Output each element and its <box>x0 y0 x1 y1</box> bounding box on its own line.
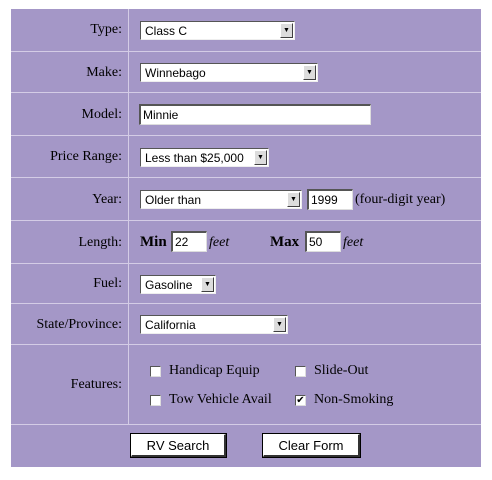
model-label: Model: <box>11 93 129 136</box>
non-smoking-label: Non-Smoking <box>314 392 394 407</box>
price-row: Price Range: Less than $25,000 ▼ <box>11 135 481 178</box>
make-select[interactable]: Winnebago ▼ <box>140 63 318 82</box>
rv-search-form: Type: Class C ▼ Make: Winnebago ▼ Model:… <box>11 9 481 467</box>
length-label: Length: <box>11 221 129 264</box>
dropdown-arrow-icon[interactable]: ▼ <box>287 192 300 207</box>
dropdown-arrow-icon[interactable]: ▼ <box>273 317 286 332</box>
price-range-label: Price Range: <box>11 136 129 178</box>
tow-vehicle-avail-label: Tow Vehicle Avail <box>169 392 272 407</box>
type-select-value: Class C <box>145 24 188 38</box>
length-max-input[interactable]: 50 <box>305 231 341 252</box>
slide-out-label: Slide-Out <box>314 363 369 378</box>
dropdown-arrow-icon[interactable]: ▼ <box>254 150 267 165</box>
length-max-unit: feet <box>343 235 364 250</box>
state-row: State/Province: California ▼ <box>11 303 481 345</box>
checkmark-icon: ✔ <box>296 395 305 406</box>
year-input[interactable]: 1999 <box>307 189 353 210</box>
slide-out-checkbox[interactable] <box>295 366 306 377</box>
dropdown-arrow-icon[interactable]: ▼ <box>280 23 293 38</box>
year-comparison-select[interactable]: Older than ▼ <box>140 190 302 209</box>
make-label: Make: <box>11 52 129 93</box>
dropdown-arrow-icon[interactable]: ▼ <box>303 65 316 80</box>
year-hint: (four-digit year) <box>355 192 446 207</box>
fuel-select-value: Gasoline <box>145 278 193 292</box>
price-range-select-value: Less than $25,000 <box>145 151 244 165</box>
fuel-label: Fuel: <box>11 264 129 304</box>
type-label: Type: <box>11 9 129 51</box>
year-comparison-value: Older than <box>145 193 202 207</box>
tow-vehicle-avail-checkbox[interactable] <box>150 395 161 406</box>
type-row: Type: Class C ▼ <box>11 9 481 51</box>
length-row: Length: Min 22 feet Max 50 feet <box>11 220 481 264</box>
non-smoking-checkbox[interactable]: ✔ <box>295 395 306 406</box>
price-range-select[interactable]: Less than $25,000 ▼ <box>140 148 269 167</box>
make-select-value: Winnebago <box>145 66 206 80</box>
length-min-input[interactable]: 22 <box>171 231 207 252</box>
features-row: Features: Handicap Equip Slide-Out Tow V… <box>11 344 481 425</box>
fuel-select[interactable]: Gasoline ▼ <box>140 275 216 294</box>
type-select[interactable]: Class C ▼ <box>140 21 295 40</box>
length-min-label: Min <box>140 234 167 250</box>
year-row: Year: Older than ▼ 1999 (four-digit year… <box>11 177 481 221</box>
model-input[interactable]: Minnie <box>139 104 371 125</box>
handicap-equip-checkbox[interactable] <box>150 366 161 377</box>
handicap-equip-label: Handicap Equip <box>169 363 260 378</box>
state-province-select-value: California <box>145 318 196 332</box>
rv-search-button[interactable]: RV Search <box>130 433 227 458</box>
make-row: Make: Winnebago ▼ <box>11 51 481 93</box>
fuel-row: Fuel: Gasoline ▼ <box>11 263 481 304</box>
dropdown-arrow-icon[interactable]: ▼ <box>201 277 214 292</box>
clear-form-button[interactable]: Clear Form <box>262 433 361 458</box>
features-label: Features: <box>11 345 129 425</box>
buttons-row: RV Search Clear Form <box>11 424 481 468</box>
length-min-unit: feet <box>209 235 230 250</box>
state-province-select[interactable]: California ▼ <box>140 315 288 334</box>
model-row: Model: Minnie <box>11 92 481 136</box>
length-max-label: Max <box>270 234 300 250</box>
state-province-label: State/Province: <box>11 304 129 345</box>
year-label: Year: <box>11 178 129 221</box>
